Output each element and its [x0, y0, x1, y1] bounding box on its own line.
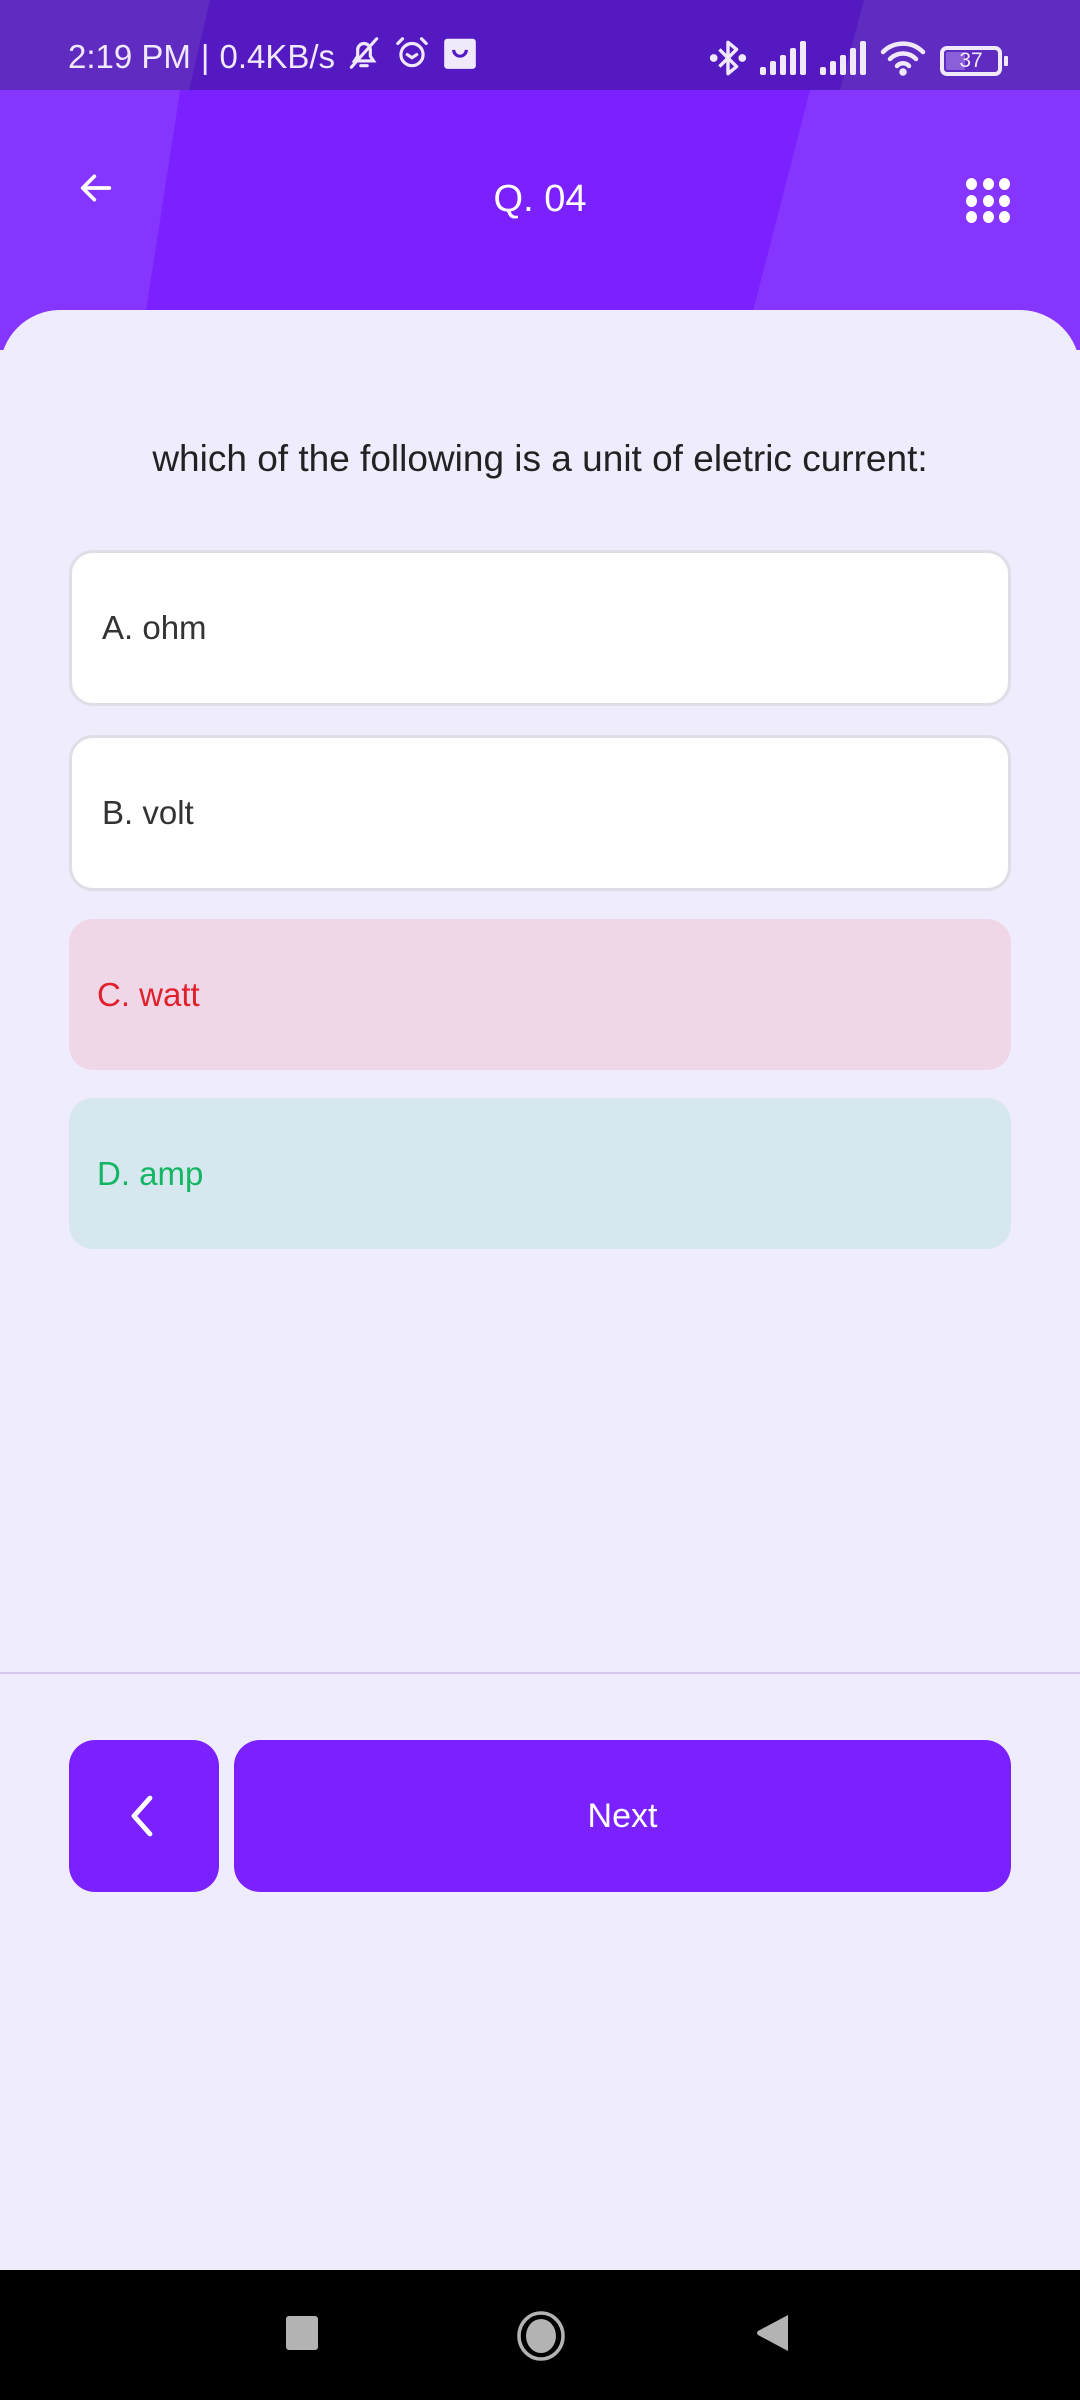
question-grid-button[interactable]	[966, 178, 1012, 224]
status-bar: 2:19 PM | 0.4KB/s 37	[0, 0, 1080, 90]
option-label: A. ohm	[102, 609, 207, 646]
bluetooth-icon	[709, 38, 747, 83]
wifi-icon	[880, 40, 926, 81]
next-button[interactable]: Next	[234, 1740, 1011, 1892]
status-left: 2:19 PM | 0.4KB/s	[68, 34, 479, 80]
option-label: B. volt	[102, 794, 194, 831]
bell-off-icon	[345, 34, 383, 80]
system-nav-bar	[0, 2270, 1080, 2400]
chevron-left-icon	[131, 1795, 153, 1837]
quiz-screen: 2:19 PM | 0.4KB/s 37 Q. 04 which of the …	[0, 0, 1080, 2400]
grid-menu-icon	[966, 178, 977, 190]
home-icon	[517, 2311, 565, 2361]
battery-icon: 37	[940, 45, 1008, 76]
option-d-correct[interactable]: D. amp	[69, 1098, 1011, 1249]
signal-icon	[820, 41, 866, 80]
question-card: which of the following is a unit of elet…	[0, 310, 1080, 2270]
option-label: D. amp	[97, 1154, 204, 1192]
back-icon	[757, 2315, 788, 2351]
status-separator: |	[200, 38, 210, 75]
recents-button[interactable]	[285, 2315, 319, 2351]
option-b[interactable]: B. volt	[69, 735, 1011, 891]
question-text: which of the following is a unit of elet…	[152, 438, 928, 479]
footer-divider	[0, 1672, 1080, 1674]
option-c-wrong[interactable]: C. watt	[69, 919, 1011, 1070]
back-nav-button[interactable]	[755, 2313, 791, 2353]
status-right: 37	[709, 38, 1008, 83]
shopping-bag-icon	[441, 34, 479, 80]
signal-icon	[760, 41, 806, 80]
status-net-speed: 0.4KB/s	[219, 38, 336, 75]
status-time: 2:19 PM	[68, 38, 191, 75]
option-label: C. watt	[97, 975, 200, 1013]
home-button[interactable]	[516, 2310, 566, 2362]
alarm-icon	[393, 34, 431, 80]
recents-icon	[286, 2316, 318, 2350]
next-button-label: Next	[587, 1796, 658, 1835]
battery-level: 37	[959, 48, 983, 72]
option-a[interactable]: A. ohm	[69, 550, 1011, 706]
question-number-title: Q. 04	[493, 178, 587, 220]
previous-button[interactable]	[69, 1740, 219, 1892]
